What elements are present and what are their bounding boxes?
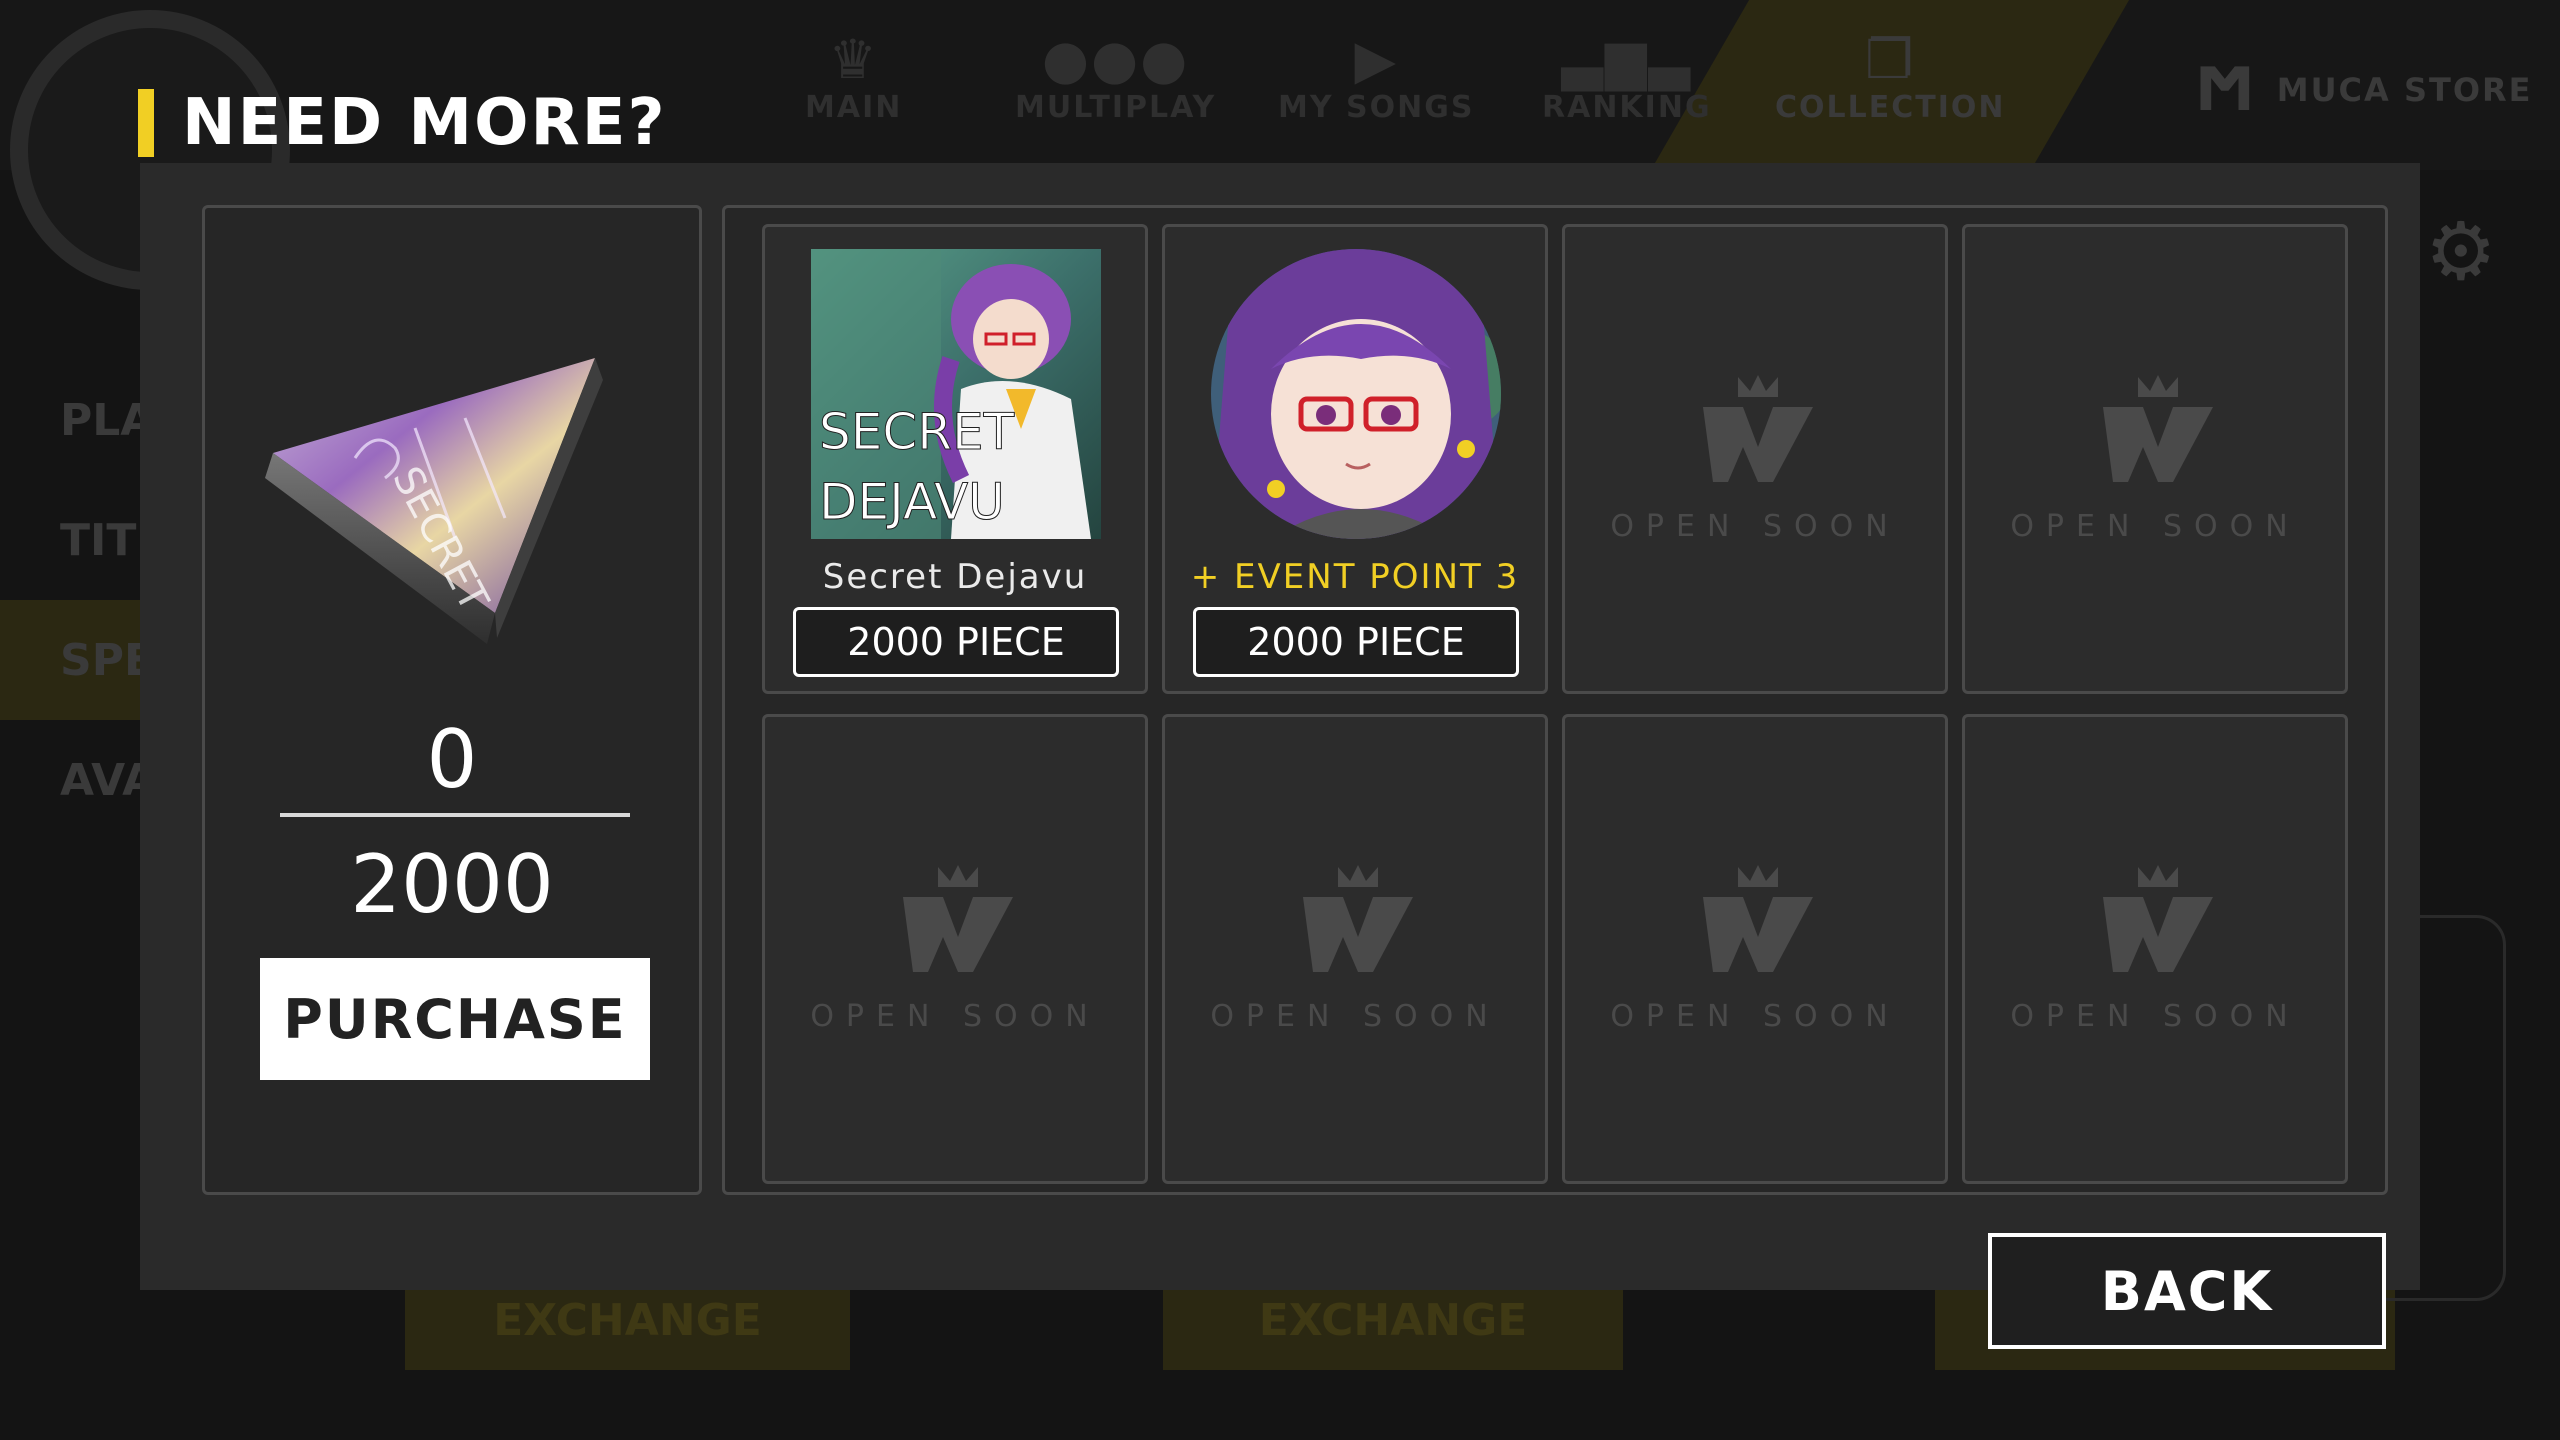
sidebar-item-title[interactable]: TITL	[0, 480, 164, 600]
reward-slot-song[interactable]: SECRET DEJAVU Secret Dejavu 2000 PIECE	[762, 224, 1148, 694]
back-button[interactable]: BACK	[1988, 1233, 2386, 1349]
muca-store-button[interactable]: Ϻ MUCA STORE	[2195, 55, 2533, 125]
crown-logo-icon	[1703, 375, 1813, 482]
purchase-button[interactable]: PURCHASE	[260, 958, 650, 1080]
open-soon-label: OPEN SOON	[810, 999, 1100, 1034]
crown-logo-icon	[2103, 865, 2213, 972]
reward-grid: SECRET DEJAVU Secret Dejavu 2000 PIECE +…	[722, 205, 2388, 1195]
gear-icon[interactable]: ⚙	[2425, 205, 2497, 298]
modal-header: NEED MORE?	[138, 86, 667, 160]
sidebar-item-special[interactable]: SPE	[0, 600, 154, 720]
crown-logo-icon	[2103, 375, 2213, 482]
piece-owned-count: 0	[426, 713, 478, 806]
piece-panel: SECRET 0 2000 PURCHASE	[202, 205, 702, 1195]
reward-name: Secret Dejavu	[822, 557, 1088, 597]
reward-slot-locked: OPEN SOON	[1562, 224, 1948, 694]
crown-logo-icon: ♛	[828, 28, 879, 91]
reward-slot-locked: OPEN SOON	[1562, 714, 1948, 1184]
secret-dejavu-cover-art: SECRET DEJAVU	[811, 249, 1101, 539]
title-accent-bar	[138, 89, 154, 157]
reward-slot-locked: OPEN SOON	[1962, 714, 2348, 1184]
crown-logo-icon	[903, 865, 1013, 972]
sidebar-item-play[interactable]: PLA	[0, 360, 154, 480]
open-soon-label: OPEN SOON	[1210, 999, 1500, 1034]
secret-dejavu-piece-icon: SECRET	[265, 358, 603, 644]
crown-logo-icon	[1703, 865, 1813, 972]
open-soon-label: OPEN SOON	[2010, 999, 2300, 1034]
svg-text:SECRET: SECRET	[819, 403, 1015, 461]
count-divider	[280, 813, 630, 817]
podium-icon: ▃▆▃	[1561, 28, 1693, 91]
nav-multiplay[interactable]: ●●● MULTIPLAY	[1015, 28, 1216, 126]
reward-slot-locked: OPEN SOON	[1162, 714, 1548, 1184]
character-avatar	[1211, 249, 1501, 539]
nav-main[interactable]: ♛ MAIN	[805, 28, 902, 126]
people-icon: ●●●	[1041, 28, 1190, 91]
buy-event-point-button[interactable]: 2000 PIECE	[1193, 607, 1519, 677]
sidebar-item-avatar[interactable]: AVA	[0, 720, 156, 840]
need-more-modal: SECRET 0 2000 PURCHASE SECRET DEJAVU Sec…	[140, 163, 2420, 1290]
open-soon-label: OPEN SOON	[2010, 509, 2300, 544]
open-soon-label: OPEN SOON	[1610, 509, 1900, 544]
reward-slot-locked: OPEN SOON	[762, 714, 1148, 1184]
muca-logo-icon: Ϻ	[2195, 55, 2257, 125]
reward-slot-locked: OPEN SOON	[1962, 224, 2348, 694]
play-icon: ▶	[1354, 28, 1398, 91]
nav-collection[interactable]: ❐ COLLECTION	[1775, 28, 2006, 126]
reward-name: + EVENT POINT 3	[1190, 557, 1520, 597]
nav-ranking[interactable]: ▃▆▃ RANKING	[1542, 28, 1712, 126]
cards-icon: ❐	[1865, 28, 1916, 91]
crown-logo-icon	[1303, 865, 1413, 972]
modal-title: NEED MORE?	[182, 86, 667, 160]
reward-slot-event[interactable]: + EVENT POINT 3 2000 PIECE	[1162, 224, 1548, 694]
collection-sidebar: PLA TITL SPE AVA	[0, 360, 164, 840]
svg-text:DEJAVU: DEJAVU	[819, 473, 1005, 531]
nav-my-songs[interactable]: ▶ MY SONGS	[1278, 28, 1474, 126]
piece-required-count: 2000	[350, 838, 554, 931]
open-soon-label: OPEN SOON	[1610, 999, 1900, 1034]
buy-song-button[interactable]: 2000 PIECE	[793, 607, 1119, 677]
